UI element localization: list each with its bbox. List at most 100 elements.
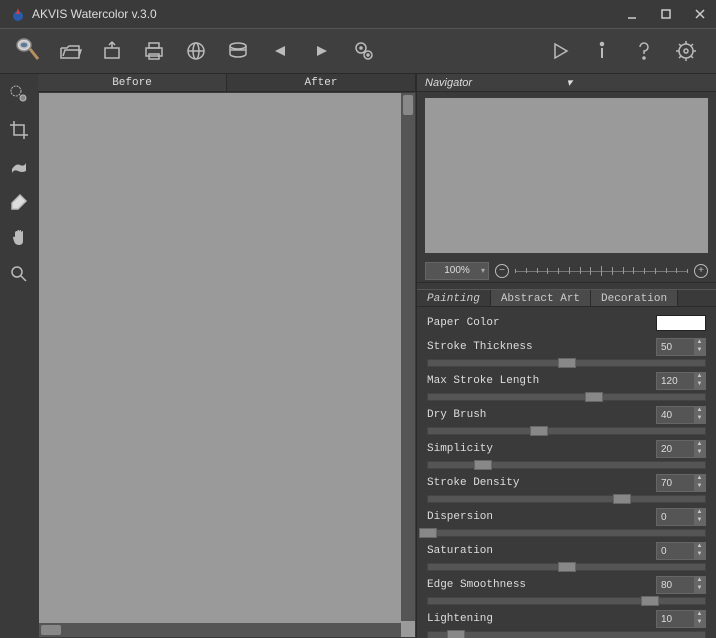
tab-abstract-art[interactable]: Abstract Art: [491, 290, 591, 306]
navigator-canvas[interactable]: [425, 98, 708, 253]
panel-tabs: Painting Abstract Art Decoration: [417, 289, 716, 307]
preview-tool-icon[interactable]: [5, 80, 33, 108]
param-slider[interactable]: [427, 359, 706, 367]
undo-icon[interactable]: [260, 31, 300, 71]
step-down-icon[interactable]: ▼: [693, 585, 705, 593]
tab-before[interactable]: Before: [38, 74, 227, 91]
tab-decoration[interactable]: Decoration: [591, 290, 678, 306]
params-panel: Paper Color Stroke Thickness50▲▼ Max Strok…: [417, 307, 716, 638]
run-icon[interactable]: [540, 31, 580, 71]
param-dryBrush: Dry Brush40▲▼: [427, 405, 706, 435]
step-up-icon[interactable]: ▲: [693, 611, 705, 619]
param-label: Max Stroke Length: [427, 375, 656, 387]
help-icon[interactable]: [624, 31, 664, 71]
param-slider[interactable]: [427, 427, 706, 435]
presets-icon[interactable]: [218, 31, 258, 71]
step-up-icon[interactable]: ▲: [693, 475, 705, 483]
param-edgeSmoothness: Edge Smoothness80▲▼: [427, 575, 706, 605]
step-up-icon[interactable]: ▲: [693, 339, 705, 347]
open-file-icon[interactable]: [50, 31, 90, 71]
param-slider[interactable]: [427, 393, 706, 401]
tab-after[interactable]: After: [227, 74, 416, 91]
param-maxStrokeLength: Max Stroke Length120▲▼: [427, 371, 706, 401]
param-dispersion: Dispersion0▲▼: [427, 507, 706, 537]
param-label: Lightening: [427, 613, 656, 625]
step-up-icon[interactable]: ▲: [693, 509, 705, 517]
tab-painting[interactable]: Painting: [417, 290, 491, 306]
param-label: Paper Color: [427, 317, 656, 329]
param-slider[interactable]: [427, 495, 706, 503]
param-value-input[interactable]: 120▲▼: [656, 372, 706, 390]
right-panel: Navigator ▾ 100% − + Painting Abstract A…: [416, 74, 716, 638]
param-value-input[interactable]: 0▲▼: [656, 542, 706, 560]
navigator-header[interactable]: Navigator ▾: [417, 74, 716, 92]
param-value-input[interactable]: 50▲▼: [656, 338, 706, 356]
step-down-icon[interactable]: ▼: [693, 517, 705, 525]
redo-icon[interactable]: [302, 31, 342, 71]
close-button[interactable]: [688, 2, 712, 26]
step-up-icon[interactable]: ▲: [693, 543, 705, 551]
preview-tabs: Before After: [38, 74, 416, 92]
param-strokeDensity: Stroke Density70▲▼: [427, 473, 706, 503]
step-down-icon[interactable]: ▼: [693, 347, 705, 355]
param-slider[interactable]: [427, 529, 706, 537]
batch-settings-icon[interactable]: [344, 31, 384, 71]
param-slider[interactable]: [427, 563, 706, 571]
zoom-tool-icon[interactable]: [5, 260, 33, 288]
zoom-in-icon[interactable]: +: [694, 264, 708, 278]
brush-tool-icon[interactable]: [8, 31, 48, 71]
param-value-input[interactable]: 40▲▼: [656, 406, 706, 424]
step-down-icon[interactable]: ▼: [693, 415, 705, 423]
param-label: Simplicity: [427, 443, 656, 455]
canvas-vscrollbar[interactable]: [401, 93, 415, 621]
canvas-area[interactable]: [39, 93, 415, 637]
param-value-input[interactable]: 70▲▼: [656, 474, 706, 492]
hand-tool-icon[interactable]: [5, 224, 33, 252]
info-icon[interactable]: [582, 31, 622, 71]
zoom-select[interactable]: 100%: [425, 262, 489, 280]
step-up-icon[interactable]: ▲: [693, 441, 705, 449]
canvas-hscrollbar[interactable]: [39, 623, 401, 637]
main-toolbar: [0, 28, 716, 74]
step-up-icon[interactable]: ▲: [693, 373, 705, 381]
step-down-icon[interactable]: ▼: [693, 449, 705, 457]
zoom-slider[interactable]: [515, 264, 688, 278]
step-down-icon[interactable]: ▼: [693, 551, 705, 559]
param-slider[interactable]: [427, 597, 706, 605]
navigator-label: Navigator: [425, 77, 567, 89]
save-file-icon[interactable]: [92, 31, 132, 71]
param-lightening: Lightening10▲▼: [427, 609, 706, 638]
app-title: AKVIS Watercolor v.3.0: [32, 7, 610, 21]
param-label: Stroke Thickness: [427, 341, 656, 353]
param-label: Dry Brush: [427, 409, 656, 421]
param-value-input[interactable]: 10▲▼: [656, 610, 706, 628]
chevron-down-icon: ▾: [567, 76, 709, 89]
title-bar: AKVIS Watercolor v.3.0: [0, 0, 716, 28]
step-down-icon[interactable]: ▼: [693, 619, 705, 627]
zoom-out-icon[interactable]: −: [495, 264, 509, 278]
minimize-button[interactable]: [620, 2, 644, 26]
param-slider[interactable]: [427, 461, 706, 469]
param-paperColor: Paper Color: [427, 313, 706, 333]
eraser-tool-icon[interactable]: [5, 188, 33, 216]
step-down-icon[interactable]: ▼: [693, 483, 705, 491]
param-value-input[interactable]: 0▲▼: [656, 508, 706, 526]
param-value-input[interactable]: 80▲▼: [656, 576, 706, 594]
step-down-icon[interactable]: ▼: [693, 381, 705, 389]
print-icon[interactable]: [134, 31, 174, 71]
paper-color-swatch[interactable]: [656, 315, 706, 331]
param-label: Dispersion: [427, 511, 656, 523]
settings-icon[interactable]: [666, 31, 706, 71]
param-label: Saturation: [427, 545, 656, 557]
param-strokeThickness: Stroke Thickness50▲▼: [427, 337, 706, 367]
param-label: Stroke Density: [427, 477, 656, 489]
maximize-button[interactable]: [654, 2, 678, 26]
param-slider[interactable]: [427, 631, 706, 638]
param-simplicity: Simplicity20▲▼: [427, 439, 706, 469]
web-share-icon[interactable]: [176, 31, 216, 71]
smudge-tool-icon[interactable]: [5, 152, 33, 180]
param-value-input[interactable]: 20▲▼: [656, 440, 706, 458]
step-up-icon[interactable]: ▲: [693, 577, 705, 585]
step-up-icon[interactable]: ▲: [693, 407, 705, 415]
crop-tool-icon[interactable]: [5, 116, 33, 144]
